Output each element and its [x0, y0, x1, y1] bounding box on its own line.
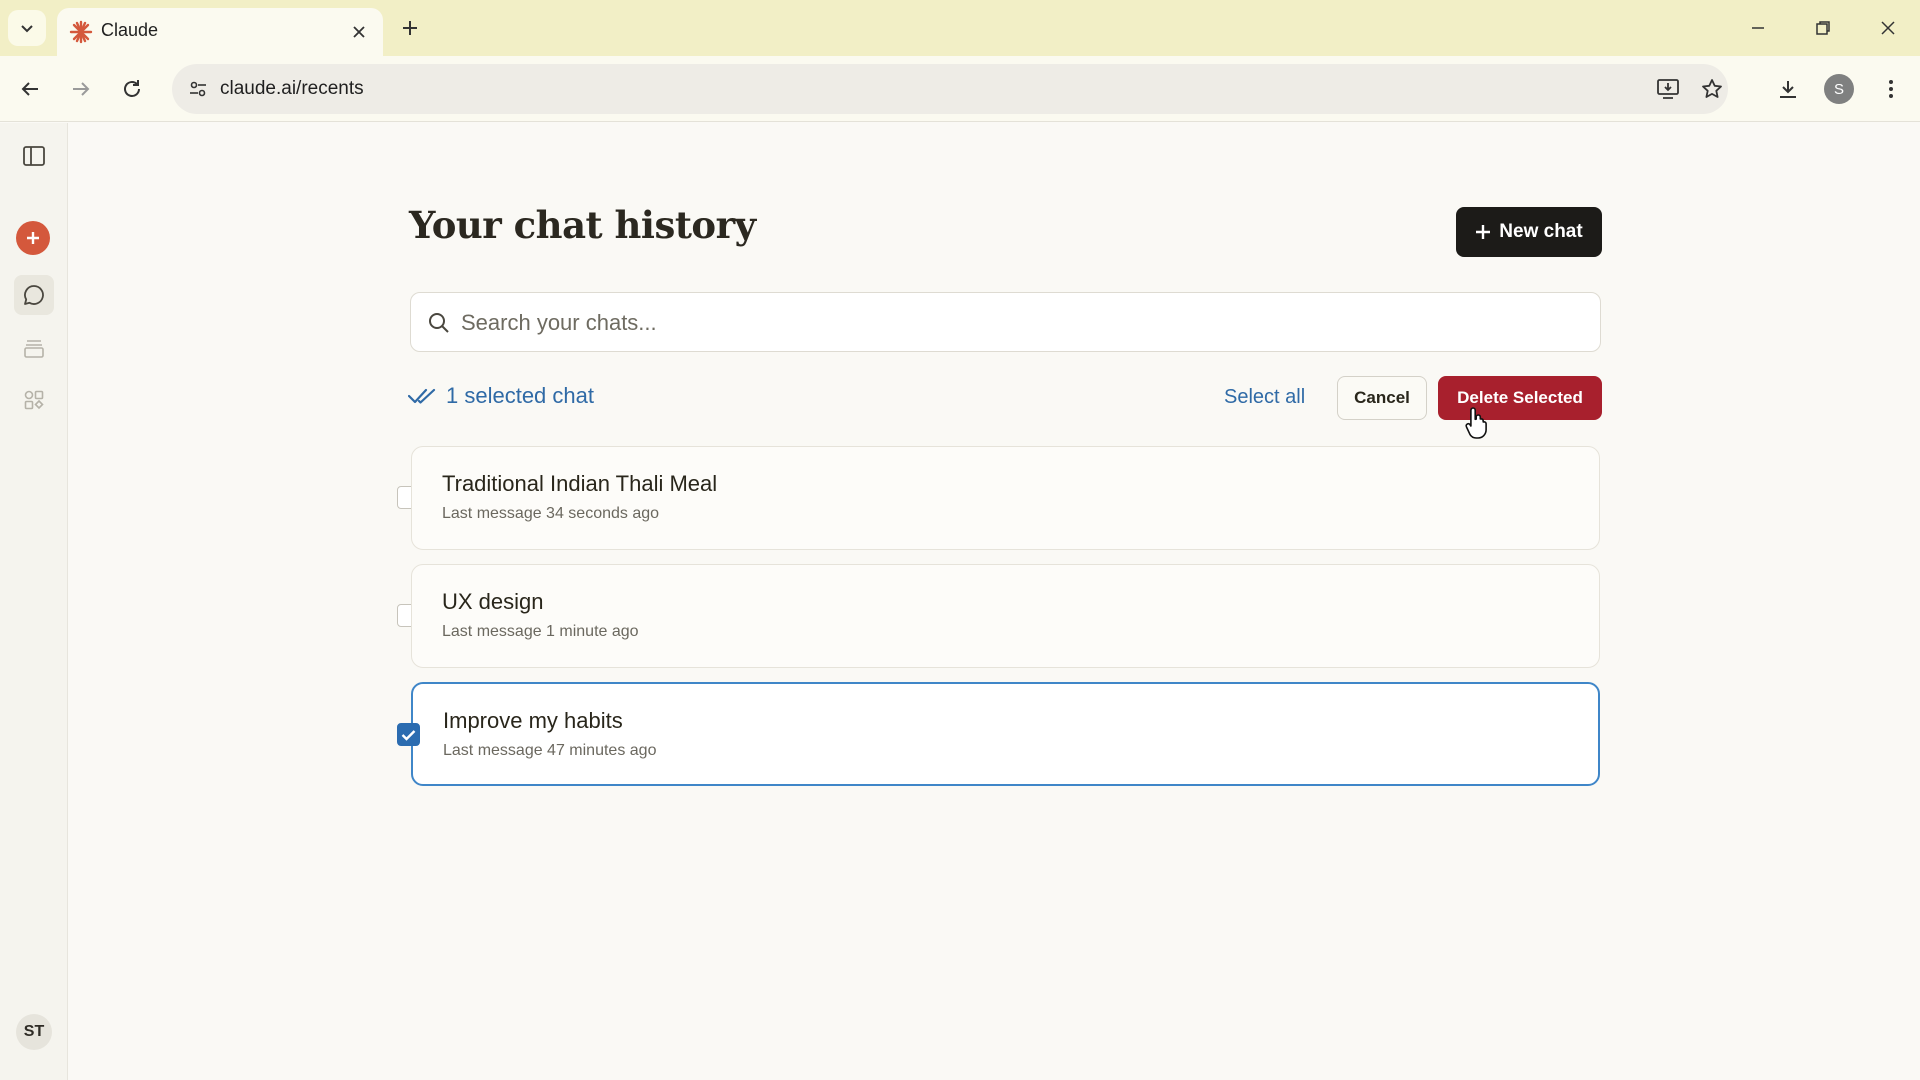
- sidebar-item-projects[interactable]: [14, 328, 54, 368]
- new-chat-label: New chat: [1499, 221, 1583, 242]
- chat-last-message: Last message 34 seconds ago: [442, 505, 660, 522]
- chat-title: UX design: [442, 589, 544, 614]
- hand-pointer-icon: [1465, 407, 1487, 439]
- chat-bubble-icon: [24, 285, 44, 305]
- new-chat-button[interactable]: New chat: [1456, 207, 1602, 257]
- page-title: Your chat history: [409, 203, 756, 247]
- sidebar-item-artifacts[interactable]: [14, 380, 54, 420]
- browser-menu-button[interactable]: [1871, 69, 1911, 109]
- restore-button[interactable]: [1801, 10, 1845, 46]
- search-icon: [429, 313, 449, 333]
- user-avatar[interactable]: ST: [16, 1014, 52, 1050]
- install-app-icon[interactable]: [1652, 73, 1684, 105]
- arrow-right-icon: [73, 82, 90, 96]
- sidebar-item-chats[interactable]: [14, 275, 54, 315]
- chat-title: Improve my habits: [443, 708, 623, 733]
- tab-search-button[interactable]: [8, 10, 46, 46]
- download-icon: [1780, 81, 1796, 98]
- address-bar[interactable]: claude.ai/recents: [172, 64, 1728, 114]
- minimize-icon: [1752, 27, 1764, 29]
- chat-last-message: Last message 1 minute ago: [442, 623, 639, 640]
- chat-last-message: Last message 47 minutes ago: [443, 742, 657, 759]
- reload-icon: [124, 80, 140, 97]
- cancel-button[interactable]: Cancel: [1337, 376, 1427, 420]
- bookmark-star-icon[interactable]: [1696, 73, 1728, 105]
- chat-list-item[interactable]: Traditional Indian Thali Meal Last messa…: [411, 446, 1600, 550]
- downloads-button[interactable]: [1768, 69, 1808, 109]
- selection-status: 1 selected chat: [408, 383, 594, 409]
- chat-title: Traditional Indian Thali Meal: [442, 471, 718, 496]
- artifacts-grid-icon: [24, 390, 44, 410]
- projects-stack-icon: [24, 340, 44, 358]
- new-chat-sidebar-button[interactable]: [16, 221, 50, 255]
- plus-icon: [403, 21, 417, 35]
- chat-list-item[interactable]: UX design Last message 1 minute ago: [411, 564, 1600, 668]
- plus-icon: [1476, 225, 1491, 239]
- minimize-button[interactable]: [1736, 10, 1780, 46]
- chat-checkbox-checked[interactable]: [397, 723, 420, 746]
- back-button[interactable]: [10, 69, 50, 109]
- select-all-button[interactable]: Select all: [1224, 386, 1305, 409]
- close-icon: [1881, 21, 1895, 35]
- new-tab-button[interactable]: [394, 12, 426, 44]
- site-settings-icon[interactable]: [182, 73, 214, 105]
- app-sidebar: ST: [0, 123, 68, 1080]
- search-box[interactable]: [410, 292, 1601, 352]
- close-tab-icon[interactable]: [347, 20, 371, 44]
- close-window-button[interactable]: [1866, 10, 1910, 46]
- restore-icon: [1816, 21, 1830, 35]
- claude-logo-icon: [69, 20, 93, 44]
- chevron-down-icon: [21, 25, 33, 33]
- arrow-left-icon: [21, 82, 38, 96]
- checkmark-icon: [401, 729, 416, 741]
- toggle-sidebar-button[interactable]: [14, 136, 54, 176]
- profile-avatar[interactable]: S: [1824, 74, 1854, 104]
- sidebar-toggle-icon: [23, 146, 45, 166]
- selected-count-label: 1 selected chat: [446, 383, 594, 408]
- browser-tab[interactable]: Claude: [57, 8, 383, 56]
- plus-icon: [27, 232, 39, 244]
- browser-toolbar: claude.ai/recents S: [0, 56, 1920, 122]
- tab-title: Claude: [101, 20, 159, 40]
- more-vertical-icon: [1889, 80, 1893, 98]
- chat-list-item-selected[interactable]: Improve my habits Last message 47 minute…: [411, 682, 1600, 786]
- forward-button[interactable]: [61, 69, 101, 109]
- delete-selected-button[interactable]: Delete Selected: [1438, 376, 1602, 420]
- double-check-icon: [408, 388, 436, 404]
- reload-button[interactable]: [112, 69, 152, 109]
- url-text: claude.ai/recents: [220, 78, 364, 99]
- browser-tab-bar: Claude: [0, 0, 1920, 56]
- search-input[interactable]: [461, 303, 1581, 343]
